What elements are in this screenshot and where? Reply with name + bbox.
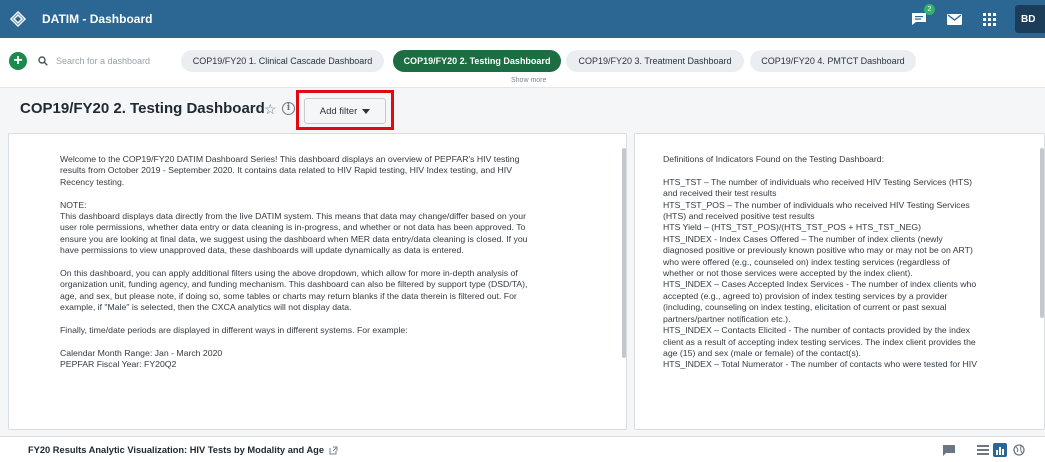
definitions-scrollbar[interactable] [1040,148,1044,318]
page-title: COP19/FY20 2. Testing Dashboard [20,100,265,117]
visualization-header: FY20 Results Analytic Visualization: HIV… [0,436,1045,462]
intro-text-panel: Welcome to the COP19/FY20 DATIM Dashboar… [8,133,627,430]
interpretations-icon[interactable]: 2 [910,4,935,28]
dashboard-chip-treatment[interactable]: COP19/FY20 3. Treatment Dashboard [566,50,744,72]
open-external-icon[interactable] [329,446,338,455]
dashboard-bar: + Search for a dashboard COP19/FY20 1. C… [0,38,1045,88]
highlight-box [296,90,394,130]
app-title: DATIM - Dashboard [42,12,153,26]
table-view-icon[interactable] [976,443,990,457]
dashboard-chip-testing[interactable]: COP19/FY20 2. Testing Dashboard [393,50,561,72]
dashboard-chip-pmtct[interactable]: COP19/FY20 4. PMTCT Dashboard [750,50,916,72]
intro-text: Welcome to the COP19/FY20 DATIM Dashboar… [60,154,528,370]
profile-avatar[interactable]: BD [1015,5,1045,33]
visualization-title[interactable]: FY20 Results Analytic Visualization: HIV… [28,445,338,455]
visualization-title-text: FY20 Results Analytic Visualization: HIV… [28,445,325,455]
dhis2-logo-icon[interactable] [8,9,28,29]
header-bar: DATIM - Dashboard 2 BD [0,0,1045,38]
apps-grid-icon[interactable] [980,10,998,28]
show-more-link[interactable]: Show more [511,77,546,84]
star-icon[interactable]: ☆ [264,101,277,118]
definitions-panel: Definitions of Indicators Found on the T… [634,133,1045,430]
chart-view-icon[interactable] [993,443,1007,457]
add-dashboard-button[interactable]: + [9,52,27,70]
search-placeholder: Search for a dashboard [56,56,151,66]
dashboard-search[interactable]: Search for a dashboard [38,50,150,72]
info-icon[interactable]: i [282,102,295,115]
definitions-text: Definitions of Indicators Found on the T… [663,154,978,370]
interpretations-icon[interactable] [942,443,956,457]
intro-scrollbar[interactable] [622,148,626,358]
map-view-icon[interactable] [1012,443,1026,457]
title-row: COP19/FY20 2. Testing Dashboard ☆ i [0,89,1045,127]
mail-icon[interactable] [945,10,963,28]
dashboard-chip-clinical-cascade[interactable]: COP19/FY20 1. Clinical Cascade Dashboard [181,50,384,72]
search-icon [38,56,48,66]
interpretations-badge: 2 [924,4,935,15]
